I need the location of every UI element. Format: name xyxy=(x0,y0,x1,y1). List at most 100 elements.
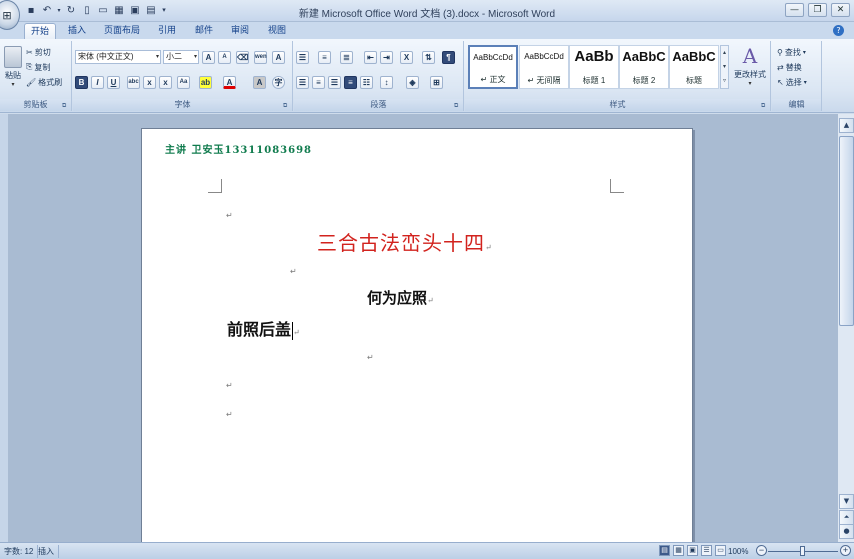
decrease-indent-button[interactable]: ⇤ xyxy=(364,50,377,64)
font-color-button[interactable]: A xyxy=(223,75,236,89)
vertical-ruler xyxy=(0,114,8,542)
format-painter-button[interactable]: 🖌 格式刷 xyxy=(26,75,62,89)
tab-review[interactable]: 审阅 xyxy=(225,23,255,39)
enclose-characters-button[interactable]: 字 xyxy=(272,75,285,89)
cut-button[interactable]: ✂ 剪切 xyxy=(26,45,51,59)
char-border-icon: A xyxy=(272,50,285,64)
style-no-spacing[interactable]: AaBbCcDd ↵ 无间隔 xyxy=(519,45,569,89)
zoom-out-icon[interactable]: − xyxy=(756,545,767,556)
zoom-slider-thumb[interactable] xyxy=(800,546,805,556)
chinese-layout-icon: X xyxy=(400,50,413,64)
font-group-label: 字体 xyxy=(73,99,292,111)
document-title[interactable]: 三合古法峦头十四↵ xyxy=(317,227,493,256)
sort-button[interactable]: ⇅ xyxy=(422,50,435,64)
document-page[interactable]: 主讲 卫安玉13311083698 ↵ 三合古法峦头十四↵ ↵ 何为应照↵ 前照… xyxy=(141,128,693,548)
help-icon[interactable]: ? xyxy=(833,25,844,36)
tab-references[interactable]: 引用 xyxy=(152,23,182,39)
scroll-down-icon[interactable]: ▼ xyxy=(839,494,854,509)
numbering-button[interactable]: ≡ xyxy=(318,50,331,64)
line-spacing-button[interactable]: ↕ xyxy=(380,75,393,89)
justify-button[interactable]: ≡ xyxy=(344,75,357,89)
italic-button[interactable]: I xyxy=(91,75,104,89)
clear-formatting-button[interactable]: ⌫ xyxy=(236,50,249,64)
character-border-button[interactable]: A xyxy=(272,50,285,64)
increase-indent-button[interactable]: ⇥ xyxy=(380,50,393,64)
style-title[interactable]: AaBbC 标题 xyxy=(669,45,719,89)
web-layout-icon[interactable]: ▣ xyxy=(687,545,698,556)
tab-mailings[interactable]: 邮件 xyxy=(189,23,219,39)
brush-icon: 🖌 xyxy=(26,77,37,87)
shrink-font-button[interactable]: A xyxy=(218,50,231,64)
font-dialog-launcher-icon[interactable]: ⧉ xyxy=(283,102,291,110)
character-shading-button[interactable]: A xyxy=(253,75,266,89)
outline-view-icon[interactable]: ☰ xyxy=(701,545,712,556)
bold-button[interactable]: B xyxy=(75,75,88,89)
tab-view[interactable]: 视图 xyxy=(262,23,292,39)
insert-mode[interactable]: 插入 xyxy=(34,545,59,558)
line-spacing-icon: ↕ xyxy=(380,75,393,89)
underline-button[interactable]: U xyxy=(107,75,120,89)
borders-button[interactable]: ⊞ xyxy=(430,75,443,89)
sort-icon: ⇅ xyxy=(422,50,435,64)
window-controls: — ❐ ✕ xyxy=(785,3,850,17)
minimize-button[interactable]: — xyxy=(785,3,804,17)
document-paragraph[interactable]: 前照后盖 ↵ xyxy=(227,316,300,340)
font-size-combo[interactable]: 小二 ▾ xyxy=(163,50,199,64)
scroll-thumb[interactable] xyxy=(839,136,854,326)
select-button[interactable]: ↖ 选择 ▾ xyxy=(777,75,807,89)
font-name-combo[interactable]: 宋体 (中文正文) ▾ xyxy=(75,50,161,64)
multilevel-list-button[interactable]: ≣ xyxy=(340,50,353,64)
restore-button[interactable]: ❐ xyxy=(808,3,827,17)
style-normal[interactable]: AaBbCcDd ↵ 正文 xyxy=(468,45,518,89)
change-styles-button[interactable]: A 更改样式 ▾ xyxy=(731,43,769,97)
zoom-in-icon[interactable]: + xyxy=(840,545,851,556)
previous-page-icon[interactable]: ⏶ xyxy=(839,510,854,525)
style-heading-1[interactable]: AaBb 标题 1 xyxy=(569,45,619,89)
replace-icon: ⇄ xyxy=(777,62,784,72)
tab-page-layout[interactable]: 页面布局 xyxy=(98,23,146,39)
highlight-button[interactable]: ab xyxy=(199,75,212,89)
full-screen-reading-icon[interactable]: ▦ xyxy=(673,545,684,556)
shading-button[interactable]: ◈ xyxy=(406,75,419,89)
align-left-button[interactable]: ☰ xyxy=(296,75,309,89)
vertical-scrollbar[interactable]: ▲ ▼ ⏶ ● xyxy=(837,114,854,542)
copy-button[interactable]: ⎘ 复制 xyxy=(26,60,50,74)
strikethrough-button[interactable]: abc xyxy=(127,75,140,89)
decrease-indent-icon: ⇤ xyxy=(364,50,377,64)
subscript-button[interactable]: x xyxy=(143,75,156,89)
superscript-button[interactable]: x xyxy=(159,75,172,89)
clipboard-dialog-launcher-icon[interactable]: ⧉ xyxy=(62,102,70,110)
styles-scroll[interactable]: ▴ ▾ ▿ xyxy=(720,45,729,89)
scroll-up-icon[interactable]: ▲ xyxy=(839,118,854,133)
show-hide-marks-button[interactable]: ¶ xyxy=(442,50,455,64)
draft-view-icon[interactable]: ▭ xyxy=(715,545,726,556)
select-browse-object-icon[interactable]: ● xyxy=(839,524,854,539)
document-subtitle[interactable]: 何为应照↵ xyxy=(367,287,434,308)
paragraph-mark: ↵ xyxy=(226,381,233,390)
tab-insert[interactable]: 插入 xyxy=(62,23,92,39)
bullets-button[interactable]: ☰ xyxy=(296,50,309,64)
paste-button[interactable]: 粘贴 ▾ xyxy=(2,44,24,94)
change-case-button[interactable]: Aa xyxy=(177,75,190,89)
align-center-button[interactable]: ≡ xyxy=(312,75,325,89)
word-count[interactable]: 字数: 12 xyxy=(0,545,39,558)
font-color-icon: A xyxy=(223,75,236,89)
cut-label: 剪切 xyxy=(34,47,51,57)
font-group: 宋体 (中文正文) ▾ 小二 ▾ A A ⌫ wen A B I U abc x x… xyxy=(73,41,293,111)
find-button[interactable]: ⚲ 查找 ▾ xyxy=(777,45,806,59)
styles-dialog-launcher-icon[interactable]: ⧉ xyxy=(761,102,769,110)
style-heading-2[interactable]: AaBbC 标题 2 xyxy=(619,45,669,89)
zoom-level[interactable]: 100% xyxy=(728,545,748,558)
grow-font-button[interactable]: A xyxy=(202,50,215,64)
chinese-layout-button[interactable]: X xyxy=(400,50,413,64)
align-right-button[interactable]: ☰ xyxy=(328,75,341,89)
tab-home[interactable]: 开始 xyxy=(24,23,57,39)
replace-button[interactable]: ⇄ 替换 xyxy=(777,60,802,74)
phonetic-guide-button[interactable]: wen xyxy=(254,50,267,64)
justify-icon: ≡ xyxy=(344,75,357,89)
paragraph-dialog-launcher-icon[interactable]: ⧉ xyxy=(454,102,462,110)
distributed-button[interactable]: ☷ xyxy=(360,75,373,89)
close-button[interactable]: ✕ xyxy=(831,3,850,17)
italic-icon: I xyxy=(91,75,104,89)
print-layout-view-icon[interactable]: ▤ xyxy=(659,545,670,556)
